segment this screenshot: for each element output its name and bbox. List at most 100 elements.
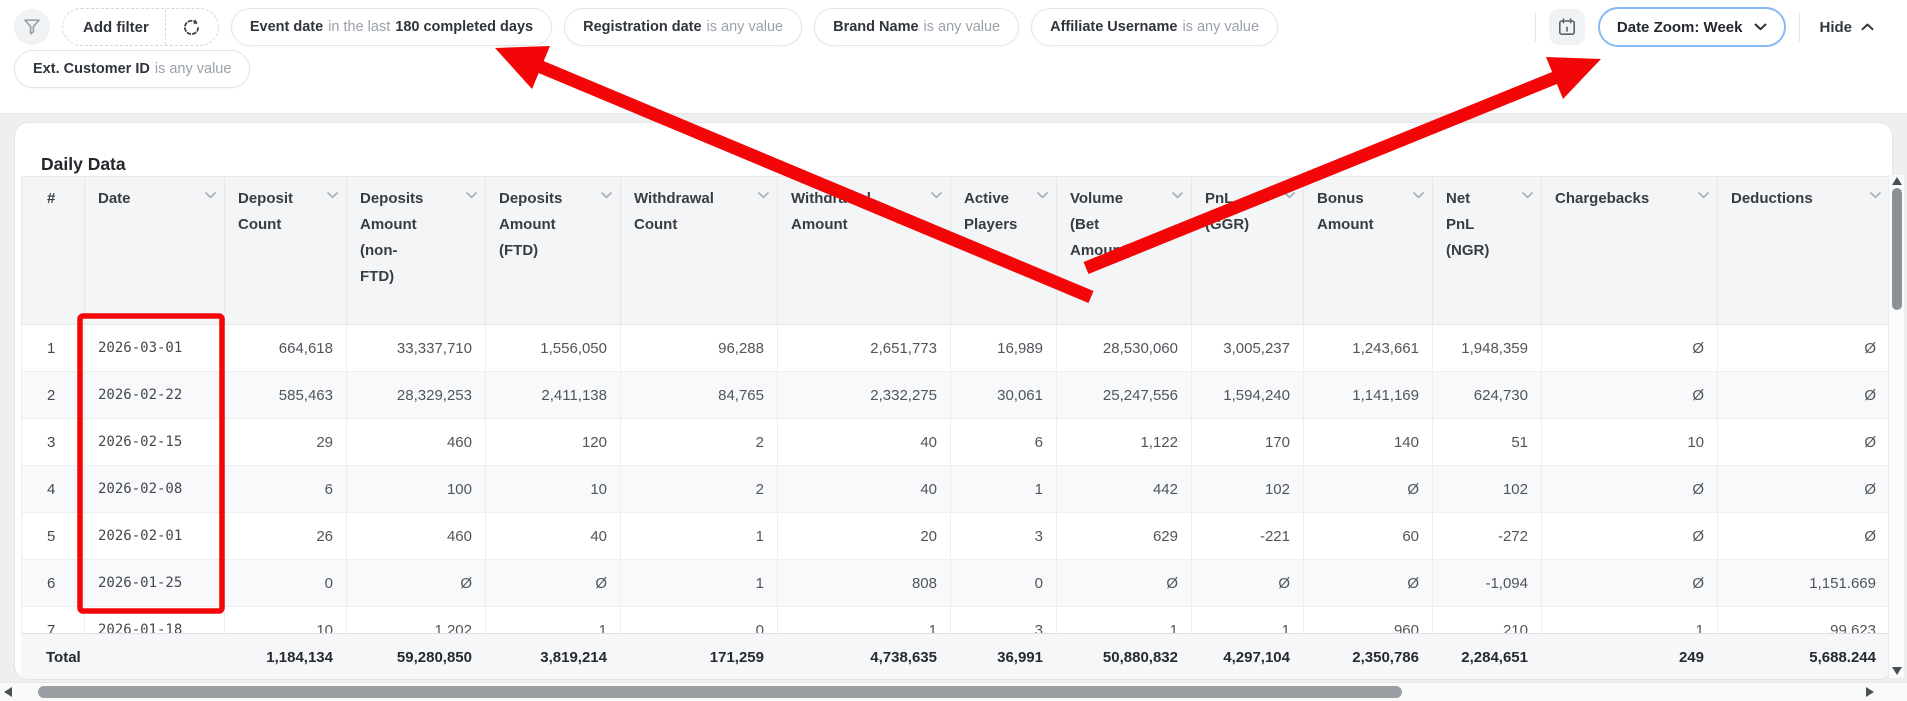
chevron-down-icon	[1284, 192, 1295, 199]
reset-filters-icon[interactable]	[166, 9, 218, 45]
filter-pill-ext-customer-id[interactable]: Ext. Customer IDis any value	[14, 50, 250, 88]
hide-filters-button[interactable]: Hide	[1813, 19, 1880, 36]
column-header-deposits-amount-ftd[interactable]: Deposits Amount (FTD)	[486, 177, 621, 325]
value-cell: 1,556,050	[486, 325, 621, 372]
filter-pill-brand-name[interactable]: Brand Nameis any value	[814, 8, 1019, 46]
value-cell: 1,243,661	[1304, 325, 1433, 372]
value-cell: 40	[778, 466, 951, 513]
column-header-deposits-amount-non-ftd[interactable]: Deposits Amount (non- FTD)	[347, 177, 486, 325]
value-cell: 60	[1304, 513, 1433, 560]
column-label: Date	[98, 190, 131, 207]
chevron-down-icon	[1037, 192, 1048, 199]
value-cell: Ø	[1304, 560, 1433, 607]
total-label: Total	[21, 634, 224, 680]
filter-pill-affiliate-username[interactable]: Affiliate Usernameis any value	[1031, 8, 1278, 46]
value-cell: Ø	[1542, 513, 1718, 560]
chevron-down-icon	[1413, 192, 1424, 199]
column-header-active-players[interactable]: Active Players	[951, 177, 1057, 325]
column-header-: #	[22, 177, 85, 325]
column-header-chargebacks[interactable]: Chargebacks	[1542, 177, 1718, 325]
column-header-deposit-count[interactable]: Deposit Count	[225, 177, 347, 325]
chevron-down-icon	[1754, 23, 1767, 31]
value-cell: 6	[225, 466, 347, 513]
value-cell: 2,332,275	[778, 372, 951, 419]
horizontal-scroll-thumb[interactable]	[38, 686, 1402, 698]
value-cell: 102	[1433, 466, 1542, 513]
value-cell: 664,618	[225, 325, 347, 372]
date-cell: 2026-01-25	[85, 560, 225, 607]
date-cell: 2026-02-15	[85, 419, 225, 466]
daily-data-card: Daily Data #DateDeposit CountDeposits Am…	[14, 122, 1893, 680]
total-value-cell: 5,688.244	[1717, 634, 1889, 680]
vertical-scroll-thumb[interactable]	[1892, 188, 1902, 310]
value-cell: 585,463	[225, 372, 347, 419]
value-cell: 16,989	[951, 325, 1057, 372]
column-header-volume-bet-amount[interactable]: Volume (Bet Amount)	[1057, 177, 1192, 325]
value-cell: 1	[621, 560, 778, 607]
hide-label: Hide	[1819, 19, 1852, 36]
scroll-right-arrow[interactable]	[1866, 687, 1874, 697]
value-cell: 2	[621, 419, 778, 466]
date-cell: 2026-02-01	[85, 513, 225, 560]
column-header-deductions[interactable]: Deductions	[1718, 177, 1890, 325]
value-cell: 1	[951, 466, 1057, 513]
column-label: Withdrawal Amount	[791, 190, 871, 233]
scroll-down-arrow[interactable]	[1892, 667, 1902, 675]
column-header-net-pnl-ngr[interactable]: Net PnL (NGR)	[1433, 177, 1542, 325]
calendar-button[interactable]	[1549, 9, 1585, 45]
row-index-cell: 6	[22, 560, 85, 607]
value-cell: Ø	[1542, 372, 1718, 419]
table-row: 42026-02-086100102401442102Ø102ØØ	[22, 466, 1890, 513]
filter-bar-right-controls: Date Zoom: Week Hide	[1535, 7, 1893, 47]
scroll-left-arrow[interactable]	[4, 687, 12, 697]
column-label: Deductions	[1731, 190, 1813, 207]
column-label: Volume (Bet Amount)	[1070, 190, 1132, 259]
pill-text: in the last	[328, 19, 390, 35]
total-value-cell: 171,259	[620, 634, 777, 680]
value-cell: Ø	[1718, 513, 1890, 560]
add-filter-button[interactable]: Add filter	[62, 8, 219, 46]
value-cell: 28,329,253	[347, 372, 486, 419]
total-value-cell: 2,284,651	[1432, 634, 1541, 680]
scroll-up-arrow[interactable]	[1892, 177, 1902, 185]
value-cell: 3	[951, 513, 1057, 560]
value-cell: -272	[1433, 513, 1542, 560]
column-label: Active Players	[964, 190, 1017, 233]
value-cell: 120	[486, 419, 621, 466]
value-cell: 96,288	[621, 325, 778, 372]
pill-text: Event date	[250, 19, 323, 35]
date-cell: 2026-02-22	[85, 372, 225, 419]
total-value-cell: 249	[1541, 634, 1717, 680]
column-header-withdrawal-count[interactable]: Withdrawal Count	[621, 177, 778, 325]
value-cell: Ø	[1718, 466, 1890, 513]
value-cell: 84,765	[621, 372, 778, 419]
filter-pills-row-1: Event datein the last180 completed daysR…	[231, 8, 1278, 46]
vertical-scrollbar	[1888, 175, 1904, 678]
value-cell: 460	[347, 513, 486, 560]
column-header-pnl-ggr[interactable]: PnL (GGR)	[1192, 177, 1304, 325]
filter-pill-event-date[interactable]: Event datein the last180 completed days	[231, 8, 552, 46]
column-header-bonus-amount[interactable]: Bonus Amount	[1304, 177, 1433, 325]
column-label: Deposits Amount (FTD)	[499, 190, 562, 259]
filter-pills-row-2: Ext. Customer IDis any value	[14, 50, 250, 88]
value-cell: Ø	[486, 560, 621, 607]
value-cell: 102	[1192, 466, 1304, 513]
value-cell: 40	[486, 513, 621, 560]
value-cell: 26	[225, 513, 347, 560]
column-label: Net PnL (NGR)	[1446, 190, 1489, 259]
row-index-cell: 1	[22, 325, 85, 372]
filter-funnel-button[interactable]	[14, 9, 50, 45]
value-cell: 3,005,237	[1192, 325, 1304, 372]
column-header-withdrawal-amount[interactable]: Withdrawal Amount	[778, 177, 951, 325]
value-cell: 140	[1304, 419, 1433, 466]
chevron-down-icon	[601, 192, 612, 199]
date-zoom-button[interactable]: Date Zoom: Week	[1598, 7, 1787, 47]
daily-data-table: # Date Deposit CountDeposits Amount (non- …	[21, 176, 1889, 680]
column-label: Bonus Amount	[1317, 190, 1374, 233]
filter-pill-registration-date[interactable]: Registration dateis any value	[564, 8, 802, 46]
table-row: 62026-01-250ØØ18080ØØØ-1,094Ø1,151.669	[22, 560, 1890, 607]
chevron-down-icon	[466, 192, 477, 199]
column-header-date[interactable]: Date	[85, 177, 225, 325]
pill-text: Registration date	[583, 19, 701, 35]
value-cell: 100	[347, 466, 486, 513]
